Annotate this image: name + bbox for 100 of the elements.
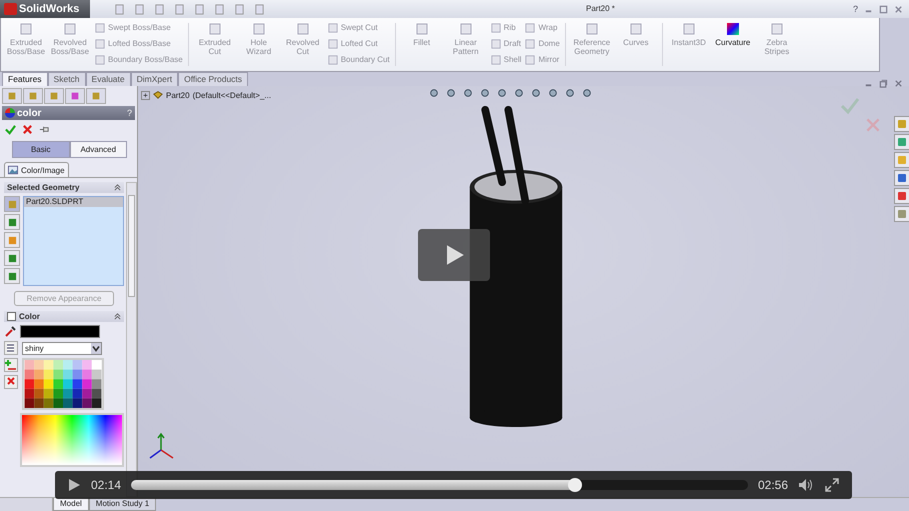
task-pane-tab[interactable]	[894, 134, 909, 150]
command-tab[interactable]: Evaluate	[86, 72, 131, 86]
play-icon[interactable]	[67, 478, 81, 492]
color-spectrum[interactable]	[20, 413, 124, 467]
mode-toggle[interactable]: Advanced	[70, 141, 127, 158]
shape-icon	[584, 21, 600, 37]
toolbar-icon[interactable]	[254, 4, 265, 14]
color-wheel-icon	[5, 108, 15, 118]
checkbox[interactable]	[7, 312, 16, 321]
panel-tab[interactable]	[86, 88, 106, 104]
pin-icon[interactable]	[39, 124, 50, 135]
shape-icon	[680, 21, 697, 37]
shape-icon	[628, 21, 644, 37]
task-pane-tab[interactable]	[894, 188, 909, 204]
shape-icon	[768, 21, 785, 37]
toolbar-icon[interactable]	[154, 4, 165, 14]
duration-time: 02:56	[758, 478, 788, 492]
shape-icon	[328, 54, 338, 64]
task-pane-tab[interactable]	[894, 206, 909, 222]
panel-tab[interactable]	[44, 88, 64, 104]
configuration-label: (Default<<Default>_...	[192, 90, 272, 100]
panel-title: color	[17, 108, 42, 118]
shape-icon	[525, 22, 536, 32]
toolbar-icon[interactable]	[114, 4, 125, 14]
task-pane-tab[interactable]	[894, 170, 909, 186]
collapse-icon[interactable]	[114, 313, 122, 320]
remove-appearance-button[interactable]: Remove Appearance	[14, 291, 114, 306]
chevron-down-icon	[91, 342, 101, 354]
panel-tab[interactable]	[2, 88, 22, 104]
check-icon[interactable]	[5, 124, 16, 135]
color-image-tab[interactable]: Color/Image	[4, 162, 69, 177]
close-icon[interactable]	[894, 4, 903, 14]
panel-tab[interactable]	[23, 88, 43, 104]
help-button[interactable]: ?	[852, 4, 858, 14]
check-icon[interactable]	[840, 96, 860, 116]
section-header[interactable]: Color	[4, 311, 124, 322]
toolbar-icon[interactable]	[194, 4, 205, 14]
remove-swatch-icon[interactable]	[4, 375, 18, 389]
shape-icon	[18, 21, 34, 37]
gradient-square-icon	[724, 21, 741, 37]
section-title: Color	[19, 312, 41, 321]
shape-icon	[206, 21, 223, 37]
add-swatch-icon[interactable]	[4, 358, 18, 372]
filter-button[interactable]	[4, 214, 20, 230]
mode-toggle[interactable]: Basic	[12, 141, 70, 158]
expand-button[interactable]: +	[141, 90, 150, 100]
color-palette[interactable]	[22, 358, 104, 410]
window-title: Part20 *	[586, 4, 615, 13]
section-header[interactable]: Selected Geometry	[4, 182, 124, 193]
volume-icon[interactable]	[798, 478, 814, 492]
shape-icon	[328, 22, 338, 32]
restore-icon[interactable]	[879, 79, 888, 88]
app-logo[interactable]: SolidWorks	[0, 0, 90, 18]
task-pane-tab[interactable]	[894, 152, 909, 168]
toolbar-icon[interactable]	[174, 4, 185, 14]
fullscreen-icon[interactable]	[824, 478, 840, 492]
selection-item[interactable]: Part20.SLDPRT	[24, 197, 124, 207]
command-tab[interactable]: Features	[2, 72, 48, 86]
list-icon[interactable]	[4, 341, 18, 355]
shape-icon	[250, 21, 267, 37]
panel-tab[interactable]	[65, 88, 85, 104]
panel-tab-icon	[49, 91, 59, 101]
progress-track[interactable]	[131, 480, 748, 490]
task-pane-tab[interactable]	[894, 116, 909, 132]
progress-handle[interactable]	[568, 478, 582, 492]
panel-tab-icon	[7, 91, 17, 101]
toolbar-icon[interactable]	[214, 4, 225, 14]
command-tab[interactable]: Office Products	[178, 72, 248, 86]
filter-button[interactable]	[4, 268, 20, 284]
model-tab[interactable]: Model	[53, 498, 89, 511]
collapse-icon[interactable]	[114, 184, 122, 191]
play-overlay-button[interactable]	[418, 229, 490, 281]
selection-list[interactable]: Part20.SLDPRT	[23, 196, 124, 286]
close-icon[interactable]	[894, 79, 903, 88]
picture-icon	[8, 165, 18, 175]
toolbar-icon[interactable]	[134, 4, 145, 14]
command-tab[interactable]: Sketch	[48, 72, 86, 86]
command-tab[interactable]: DimXpert	[130, 72, 178, 86]
toolbar-icon[interactable]	[234, 4, 245, 14]
panel-tab-icon	[70, 91, 80, 101]
shape-icon	[490, 38, 501, 48]
shape-icon	[328, 38, 338, 48]
finish-dropdown[interactable]: shiny	[22, 342, 102, 354]
help-button[interactable]: ?	[126, 108, 132, 118]
shape-icon	[490, 54, 501, 64]
color-swatch[interactable]	[20, 325, 100, 338]
shape-icon	[62, 21, 78, 37]
app-name: SolidWorks	[19, 3, 80, 15]
filter-button[interactable]	[4, 250, 20, 266]
filter-button[interactable]	[4, 232, 20, 248]
cancel-icon[interactable]	[22, 124, 33, 135]
shape-icon	[458, 21, 474, 37]
panel-tab-icon	[28, 91, 38, 101]
ribbon-command[interactable]: Curvature	[712, 21, 754, 68]
tree-item[interactable]: Part20	[166, 90, 190, 100]
panel-tab-icon	[91, 91, 101, 101]
eyedropper-icon[interactable]	[4, 326, 16, 338]
elapsed-time: 02:14	[91, 478, 122, 492]
maximize-icon[interactable]	[879, 4, 888, 14]
model-tab[interactable]: Motion Study 1	[88, 498, 156, 511]
